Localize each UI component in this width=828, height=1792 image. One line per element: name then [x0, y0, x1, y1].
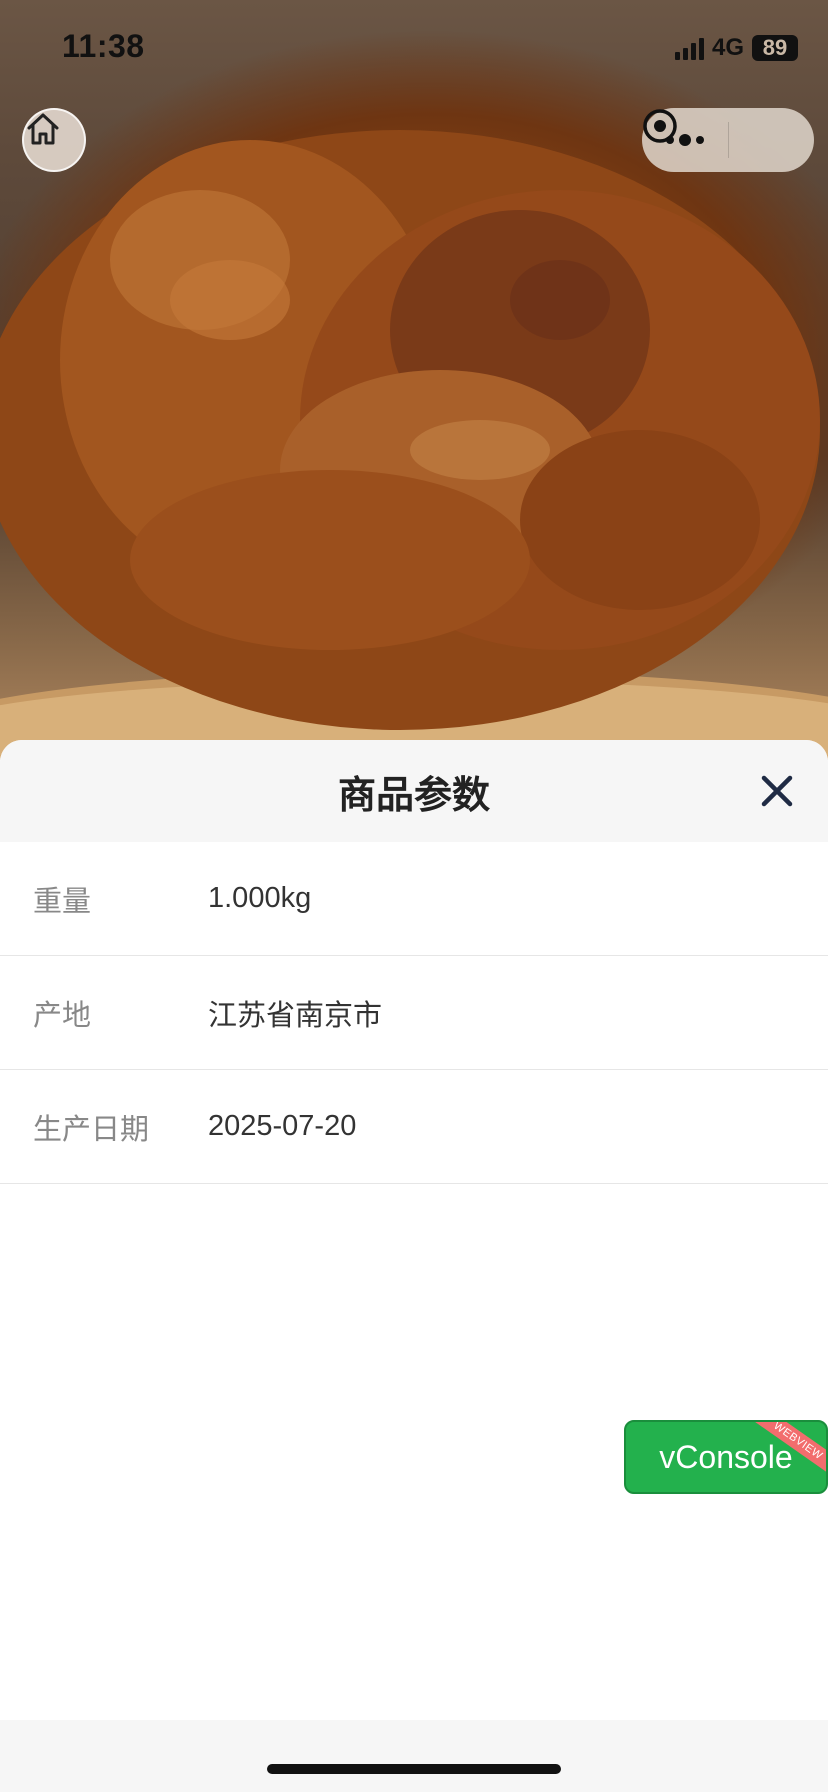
- close-x-icon: [761, 775, 793, 807]
- param-row-origin: 产地 江苏省南京市: [0, 956, 828, 1070]
- param-row-production-date: 生产日期 2025-07-20: [0, 1070, 828, 1184]
- param-row-weight: 重量 1.000kg: [0, 842, 828, 956]
- vconsole-label: vConsole: [659, 1438, 793, 1475]
- param-label: 产地: [33, 999, 92, 1032]
- screen: 11:38 4G 89 商品参数 重量 1.000kg 产地 江苏省南京市 生产…: [0, 0, 828, 1792]
- param-label: 重量: [33, 885, 92, 918]
- close-button[interactable]: [756, 770, 798, 812]
- home-indicator[interactable]: [267, 1764, 561, 1774]
- sheet-title: 商品参数: [337, 774, 490, 817]
- sheet-header: 商品参数: [0, 740, 828, 842]
- param-value: 江苏省南京市: [208, 999, 383, 1032]
- sheet-backdrop[interactable]: [0, 0, 828, 760]
- param-value: 1.000kg: [208, 882, 312, 914]
- params-sheet: 商品参数 重量 1.000kg 产地 江苏省南京市 生产日期 2025-07-2…: [0, 740, 828, 1792]
- param-value: 2025-07-20: [208, 1110, 357, 1142]
- sheet-footer: [0, 1720, 828, 1792]
- vconsole-button[interactable]: vConsole WEBVIEW: [624, 1420, 828, 1494]
- param-label: 生产日期: [33, 1113, 150, 1146]
